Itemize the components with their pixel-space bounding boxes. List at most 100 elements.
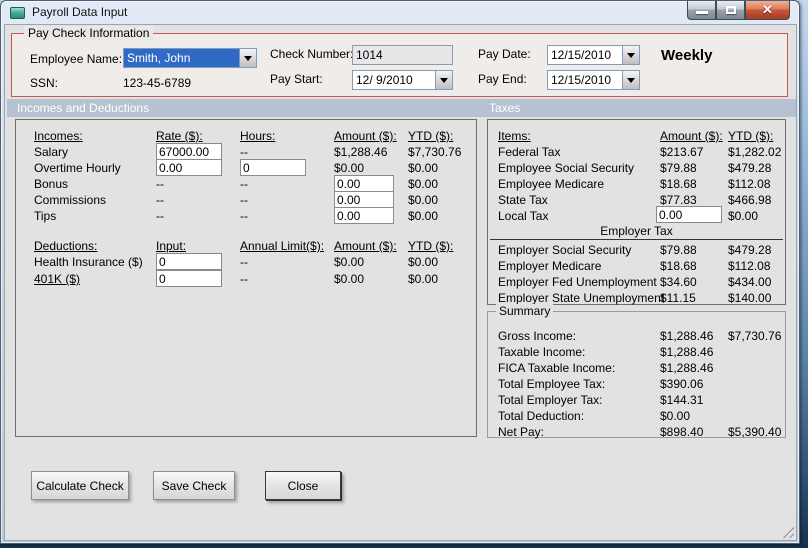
commissions-ytd: $0.00 (408, 193, 439, 207)
income-row-label: Bonus (34, 177, 69, 191)
fica-taxable-amount: $1,288.46 (660, 361, 714, 375)
check-number-input[interactable] (352, 45, 453, 65)
close-button[interactable]: Close (265, 471, 341, 500)
health-insurance-limit: -- (240, 255, 248, 269)
tax-row-label: Employer Social Security (498, 243, 632, 257)
gross-income-amount: $1,288.46 (660, 329, 714, 343)
deduction-row-label: Health Insurance ($) (34, 255, 143, 269)
health-insurance-amount: $0.00 (334, 255, 365, 269)
summary-row-label: Gross Income: (498, 329, 577, 343)
incomes-deductions-panel: Incomes: Rate ($): Hours: Amount ($): YT… (15, 119, 477, 437)
pay-end-select[interactable]: 12/15/2010 (547, 70, 640, 90)
pay-end-label: Pay End: (478, 72, 527, 86)
employer-ss-ytd: $479.28 (728, 243, 772, 257)
overtime-amount: $0.00 (334, 161, 365, 175)
salary-rate-input[interactable] (156, 143, 222, 160)
tips-amount-input[interactable] (334, 207, 394, 224)
health-insurance-ytd: $0.00 (408, 255, 439, 269)
income-row-label: Commissions (34, 193, 107, 207)
app-icon (10, 7, 25, 19)
income-row-label: Salary (34, 145, 69, 159)
tax-items-col-header: Items: (498, 129, 531, 143)
tax-row-label: Employer Fed Unemployment (498, 275, 657, 289)
tax-row-label: Local Tax (498, 209, 549, 223)
deductions-col-header: Deductions: (34, 239, 98, 253)
chevron-down-icon (440, 77, 448, 83)
bonus-ytd: $0.00 (408, 177, 439, 191)
hours-col-header: Hours: (240, 129, 276, 143)
local-tax-ytd: $0.00 (728, 209, 759, 223)
net-pay-ytd: $5,390.40 (728, 425, 782, 439)
pay-date-select[interactable]: 12/15/2010 (547, 45, 640, 65)
paycheck-group-label: Pay Check Information (24, 26, 154, 40)
summary-row-label: Taxable Income: (498, 345, 586, 359)
title-bar[interactable]: Payroll Data Input ✕ (1, 1, 799, 24)
employee-medicare-ytd: $112.08 (728, 177, 771, 191)
salary-amount: $1,288.46 (334, 145, 388, 159)
desktop: Payroll Data Input ✕ Pay Check Informati… (0, 0, 808, 548)
salary-hours: -- (240, 145, 248, 159)
rate-col-header: Rate ($): (156, 129, 203, 143)
taxes-panel: Items: Amount ($): YTD ($): Federal Tax … (487, 119, 786, 305)
bonus-amount-input[interactable] (334, 175, 394, 192)
pay-start-select[interactable]: 12/ 9/2010 (352, 70, 453, 90)
chevron-down-icon (627, 77, 635, 83)
maximize-icon (726, 6, 736, 14)
overtime-rate-input[interactable] (156, 159, 222, 176)
employee-name-select[interactable]: Smith, John (123, 48, 257, 68)
federal-tax-amount: $213.67 (660, 145, 704, 159)
employee-ss-amount: $79.88 (660, 161, 697, 175)
federal-tax-ytd: $1,282.02 (728, 145, 782, 159)
tax-row-label: State Tax (498, 193, 548, 207)
close-window-button[interactable]: ✕ (745, 1, 790, 20)
net-pay-amount: $898.40 (660, 425, 704, 439)
pay-date-label: Pay Date: (478, 47, 531, 61)
chevron-down-icon (627, 52, 635, 58)
income-row-label: Tips (34, 209, 57, 223)
resize-grip[interactable] (780, 524, 794, 538)
summary-row-label: Total Employer Tax: (498, 393, 603, 407)
pay-date-value: 12/15/2010 (551, 48, 612, 62)
overtime-hours-input[interactable] (240, 159, 306, 176)
tax-row-label: Employer Medicare (498, 259, 602, 273)
tax-amount-col-header: Amount ($): (660, 129, 723, 143)
payroll-window: Payroll Data Input ✕ Pay Check Informati… (0, 0, 800, 544)
window-title: Payroll Data Input (32, 5, 128, 19)
pay-end-dropdown-button[interactable] (622, 71, 639, 89)
pay-start-label: Pay Start: (270, 72, 323, 86)
tips-ytd: $0.00 (408, 209, 439, 223)
save-check-button[interactable]: Save Check (153, 471, 235, 500)
employer-state-unemp-amount: $11.15 (660, 291, 696, 305)
health-insurance-input[interactable] (156, 253, 222, 270)
summary-row-label: Total Deduction: (498, 409, 585, 423)
employee-name-dropdown-button[interactable] (239, 49, 256, 67)
income-row-label: Overtime Hourly (34, 161, 121, 175)
pay-start-dropdown-button[interactable] (435, 71, 452, 89)
tax-row-label: Employee Social Security (498, 161, 635, 175)
summary-row-label: Total Employee Tax: (498, 377, 606, 391)
summary-group-label: Summary (496, 304, 554, 318)
incomes-col-header: Incomes: (34, 129, 83, 143)
employer-state-unemp-ytd: $140.00 (728, 291, 772, 305)
pay-frequency-label: Weekly (661, 47, 713, 64)
tax-row-label: Employee Medicare (498, 177, 605, 191)
employee-name-label: Employee Name: (30, 52, 123, 66)
ssn-value: 123-45-6789 (123, 76, 192, 90)
chevron-down-icon (244, 55, 252, 61)
local-tax-input[interactable] (656, 206, 722, 223)
tips-hours: -- (240, 209, 248, 223)
maximize-button[interactable] (716, 1, 745, 20)
taxable-income-amount: $1,288.46 (660, 345, 714, 359)
gross-income-ytd: $7,730.76 (728, 329, 782, 343)
tax-row-label: Federal Tax (498, 145, 561, 159)
employee-ss-ytd: $479.28 (728, 161, 772, 175)
minimize-icon (696, 11, 708, 14)
calculate-check-button[interactable]: Calculate Check (31, 471, 129, 500)
state-tax-ytd: $466.98 (728, 193, 772, 207)
pay-date-dropdown-button[interactable] (622, 46, 639, 64)
minimize-button[interactable] (687, 1, 716, 20)
401k-ytd: $0.00 (408, 272, 439, 286)
commissions-amount-input[interactable] (334, 191, 394, 208)
ytd-col-header: YTD ($): (408, 239, 454, 253)
401k-input[interactable] (156, 270, 222, 287)
